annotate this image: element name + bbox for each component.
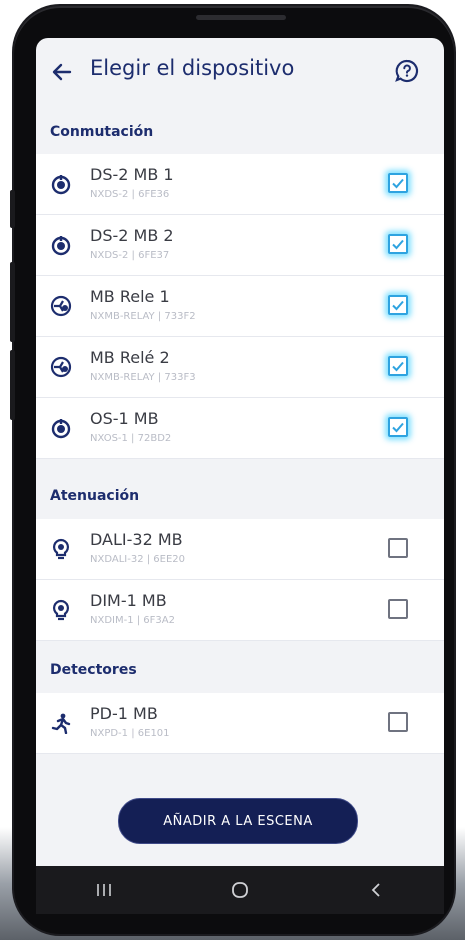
bulb-icon	[52, 599, 70, 621]
list-item[interactable]: DIM-1 MB NXDIM-1 | 6F3A2	[36, 580, 444, 641]
device-name: MB Rele 1	[90, 287, 170, 306]
phone-side-button	[10, 190, 15, 228]
app-bar: Elegir el dispositivo	[36, 38, 444, 108]
device-name: MB Relé 2	[90, 348, 170, 367]
device-name: DALI-32 MB	[90, 530, 183, 549]
list-item[interactable]: DALI-32 MB NXDALI-32 | 6EE20	[36, 519, 444, 580]
check-icon	[392, 422, 404, 433]
list-item[interactable]: MB Rele 1 NXMB-RELAY | 733F2	[36, 276, 444, 337]
device-id: NXDS-2 | 6FE37	[90, 250, 170, 261]
phone-side-button	[10, 262, 15, 342]
check-icon	[392, 361, 404, 372]
relay-icon	[50, 295, 72, 317]
back-nav-icon[interactable]	[364, 878, 388, 902]
power-icon	[51, 419, 71, 439]
back-arrow-icon[interactable]	[48, 58, 76, 86]
device-id: NXOS-1 | 72BD2	[90, 433, 172, 444]
app-screen: Elegir el dispositivo Conmutación DS-2 M…	[36, 38, 444, 914]
device-name: OS-1 MB	[90, 409, 159, 428]
bulb-icon	[52, 538, 70, 560]
device-checkbox[interactable]	[388, 417, 408, 437]
device-id: NXMB-RELAY | 733F3	[90, 372, 196, 383]
list-item[interactable]: OS-1 MB NXOS-1 | 72BD2	[36, 398, 444, 459]
help-icon[interactable]	[394, 58, 420, 84]
phone-speaker	[196, 15, 286, 20]
motion-icon	[51, 713, 71, 734]
section-header-conmutacion: Conmutación	[50, 124, 154, 140]
list-item[interactable]: DS-2 MB 1 NXDS-2 | 6FE36	[36, 154, 444, 215]
device-id: NXDIM-1 | 6F3A2	[90, 615, 175, 626]
add-to-scene-button[interactable]: AÑADIR A LA ESCENA	[118, 798, 358, 844]
relay-icon	[50, 356, 72, 378]
device-checkbox[interactable]	[388, 234, 408, 254]
check-icon	[392, 178, 404, 189]
device-checkbox[interactable]	[388, 295, 408, 315]
system-nav-bar	[36, 866, 444, 914]
device-checkbox[interactable]	[388, 356, 408, 376]
check-icon	[392, 239, 404, 250]
section-header-detectores: Detectores	[50, 662, 137, 678]
phone-side-button	[10, 350, 15, 420]
list-item[interactable]: DS-2 MB 2 NXDS-2 | 6FE37	[36, 215, 444, 276]
device-id: NXDS-2 | 6FE36	[90, 189, 170, 200]
device-name: DS-2 MB 1	[90, 165, 174, 184]
home-icon[interactable]	[228, 878, 252, 902]
list-item[interactable]: PD-1 MB NXPD-1 | 6E101	[36, 693, 444, 754]
device-checkbox[interactable]	[388, 173, 408, 193]
device-checkbox[interactable]	[388, 538, 408, 558]
page-title: Elegir el dispositivo	[90, 56, 295, 80]
section-header-atenuacion: Atenuación	[50, 488, 140, 504]
power-icon	[51, 175, 71, 195]
device-checkbox[interactable]	[388, 599, 408, 619]
device-name: PD-1 MB	[90, 704, 158, 723]
device-checkbox[interactable]	[388, 712, 408, 732]
check-icon	[392, 300, 404, 311]
device-name: DS-2 MB 2	[90, 226, 174, 245]
power-icon	[51, 236, 71, 256]
recent-apps-icon[interactable]	[92, 878, 116, 902]
list-item[interactable]: MB Relé 2 NXMB-RELAY | 733F3	[36, 337, 444, 398]
device-id: NXPD-1 | 6E101	[90, 728, 170, 739]
device-name: DIM-1 MB	[90, 591, 167, 610]
device-id: NXMB-RELAY | 733F2	[90, 311, 196, 322]
device-id: NXDALI-32 | 6EE20	[90, 554, 185, 565]
